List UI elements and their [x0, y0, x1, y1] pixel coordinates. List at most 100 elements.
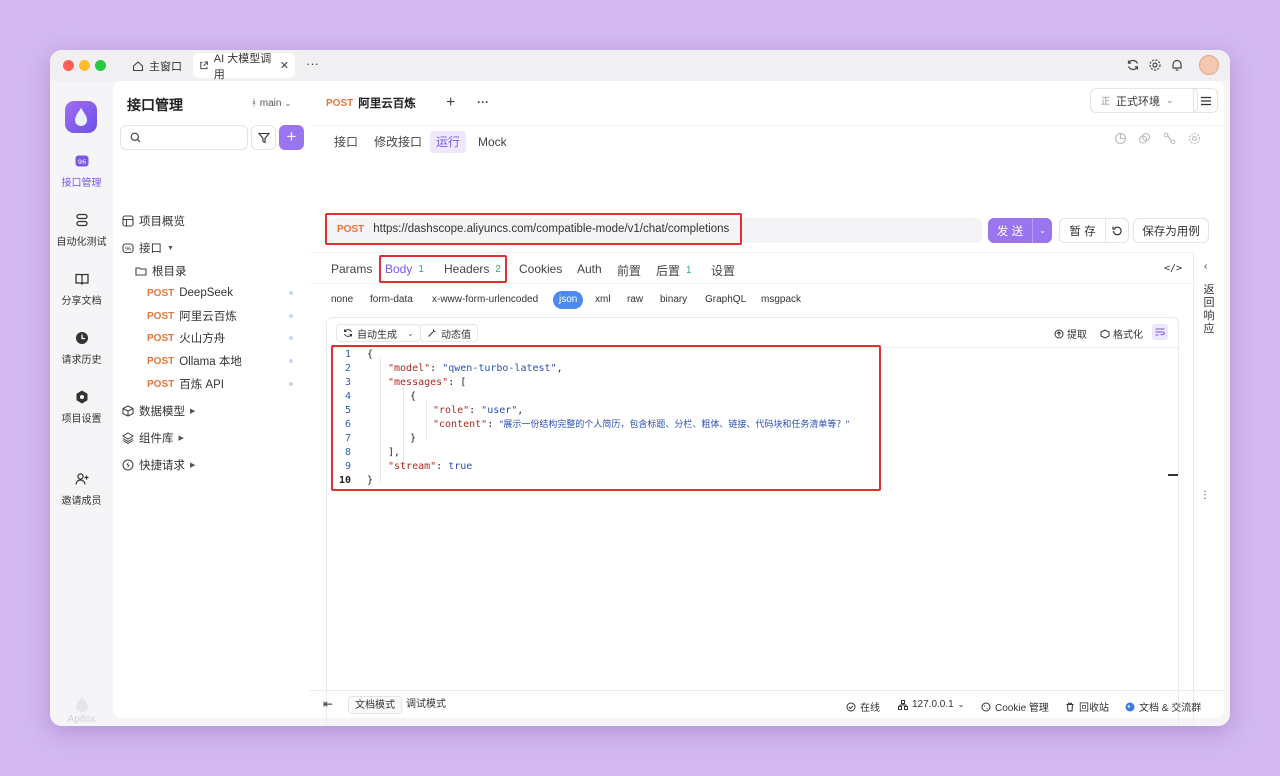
settings-cog-icon[interactable]	[1188, 132, 1201, 145]
body-type-binary[interactable]: binary	[654, 291, 693, 309]
rail-item-history[interactable]: 请求历史	[50, 330, 113, 366]
book-icon	[74, 273, 89, 285]
auto-generate-button[interactable]: 自动生成 ⌄	[336, 324, 421, 342]
tree-item-data-model[interactable]: 数据模型 ▶	[122, 401, 195, 421]
extract-button[interactable]: 提取	[1054, 326, 1087, 341]
scroll-position-marker[interactable]	[1168, 474, 1178, 476]
body-type-xml[interactable]: xml	[589, 291, 617, 309]
rail-item-project-settings[interactable]: 项目设置	[50, 389, 113, 425]
user-avatar[interactable]	[1199, 55, 1219, 75]
code-line: 5 "role": "user",	[333, 404, 523, 418]
tab-cookies[interactable]: Cookies	[519, 262, 562, 276]
sidebar-search-input[interactable]	[120, 125, 248, 150]
code-line: 4{	[333, 390, 416, 404]
docs-community-button[interactable]: 文档 & 交流群	[1125, 699, 1201, 714]
subtab-interface[interactable]: 接口	[328, 131, 364, 153]
rail-item-automation[interactable]: 自动化测试	[50, 212, 113, 248]
drag-handle-icon[interactable]: ⋮	[1200, 490, 1210, 501]
tree-item-root[interactable]: 根目录	[135, 261, 187, 281]
flow-icon[interactable]	[1163, 132, 1176, 145]
doc-mode-button[interactable]: 文档模式	[348, 696, 402, 714]
dynamic-value-button[interactable]: 动态值	[420, 324, 478, 342]
endpoint-item[interactable]: POST 阿里云百炼	[147, 306, 237, 326]
chevron-left-icon[interactable]: ‹	[1204, 261, 1207, 272]
subtab-mock[interactable]: Mock	[472, 131, 513, 153]
status-dot	[289, 314, 293, 318]
editor-scrollbar[interactable]	[1178, 346, 1179, 726]
subtab-run[interactable]: 运行	[430, 131, 467, 153]
rail-label: 自动化测试	[56, 237, 107, 248]
minimize-window-button[interactable]	[79, 60, 90, 71]
tab-post[interactable]: 后置 1	[656, 262, 692, 279]
tab-auth[interactable]: Auth	[577, 262, 602, 276]
tree-item-overview[interactable]: 项目概览	[122, 211, 185, 231]
chevron-down-icon[interactable]: ⌄	[1033, 225, 1052, 236]
save-as-case-button[interactable]: 保存为用例	[1133, 218, 1209, 243]
gear-icon[interactable]	[1148, 58, 1162, 72]
more-options-button[interactable]: ···	[477, 95, 489, 109]
endpoint-item[interactable]: POST 火山方舟	[147, 328, 225, 348]
tree-item-components[interactable]: 组件库 ▶	[122, 428, 184, 448]
close-window-button[interactable]	[63, 60, 74, 71]
more-tabs-button[interactable]: ···	[306, 56, 319, 71]
wrap-toggle-button[interactable]	[1152, 324, 1168, 340]
recycle-bin-button[interactable]: 回收站	[1065, 699, 1109, 714]
body-type-urlencoded[interactable]: x-www-form-urlencoded	[426, 291, 544, 309]
add-endpoint-button[interactable]: +	[279, 125, 304, 150]
copy-icon[interactable]	[1138, 132, 1151, 145]
environment-menu-button[interactable]	[1193, 88, 1218, 113]
rail-item-invite-members[interactable]: 邀请成员	[50, 471, 113, 507]
branch-selector[interactable]: ᚼ main ⌄	[251, 98, 292, 109]
line-number: 10	[338, 475, 351, 486]
body-type-raw[interactable]: raw	[621, 291, 649, 309]
tab-params[interactable]: Params	[331, 262, 372, 276]
endpoint-item[interactable]: POST DeepSeek	[147, 283, 233, 303]
close-tab-icon[interactable]: ✕	[280, 59, 289, 72]
refresh-icon[interactable]	[1126, 58, 1140, 72]
json-code-block[interactable]: 1{ 2 "model": "qwen-turbo-latest", 3 "mess…	[331, 345, 881, 491]
environment-selector[interactable]: 正 正式环境 ⌄	[1090, 88, 1198, 113]
response-panel-label[interactable]: 返回响应	[1203, 284, 1215, 336]
url-highlight[interactable]: POST https://dashscope.aliyuncs.com/comp…	[325, 213, 742, 245]
cookie-manager-button[interactable]: Cookie 管理	[981, 699, 1049, 714]
add-tab-button[interactable]: +	[446, 94, 455, 112]
body-type-form-data[interactable]: form-data	[364, 291, 419, 309]
endpoint-name: 百炼 API	[179, 379, 224, 391]
send-button[interactable]: 发 送 ⌄	[988, 218, 1052, 243]
endpoint-item[interactable]: POST 百炼 API	[147, 374, 224, 394]
tab-pre[interactable]: 前置	[617, 262, 641, 279]
body-type-none[interactable]: none	[325, 291, 359, 309]
json-key: "messages"	[388, 377, 449, 388]
branch-label: main	[259, 98, 282, 109]
droplet-icon	[75, 108, 87, 126]
save-temp-button[interactable]: 暂 存	[1059, 218, 1106, 243]
bell-icon[interactable]	[1170, 58, 1184, 72]
tab-settings[interactable]: 设置	[711, 262, 735, 279]
code-view-icon[interactable]: </>	[1164, 263, 1182, 274]
ip-selector[interactable]: 127.0.0.1 ⌄	[898, 699, 964, 710]
reset-button[interactable]	[1105, 218, 1129, 243]
subtab-edit-interface[interactable]: 修改接口	[368, 131, 428, 153]
body-type-json[interactable]: json	[553, 291, 584, 309]
apifox-brand: Apifox	[50, 696, 113, 725]
auto-generate-label: 自动生成	[357, 329, 397, 341]
debug-mode-button[interactable]: 调试模式	[400, 696, 452, 714]
apifox-logo-icon	[75, 697, 88, 712]
body-type-graphql[interactable]: GraphQL	[699, 291, 752, 309]
request-tab[interactable]: POST 阿里云百炼	[318, 89, 436, 119]
format-button[interactable]: 格式化	[1100, 326, 1143, 341]
tab-ai-model[interactable]: AI 大模型调用 ✕	[193, 53, 295, 81]
filter-button[interactable]	[251, 125, 276, 150]
rail-item-api-management[interactable]: 96 接口管理	[50, 153, 113, 189]
tree-item-api[interactable]: 96 接口 ▼	[122, 238, 174, 258]
tree-item-quick-request[interactable]: 快捷请求 ▶	[122, 455, 195, 475]
pie-chart-icon[interactable]	[1114, 132, 1127, 145]
online-status[interactable]: 在线	[846, 699, 880, 714]
collapse-sidebar-icon[interactable]: ⇤	[323, 697, 333, 711]
tab-home[interactable]: 主窗口	[126, 55, 188, 77]
maximize-window-button[interactable]	[95, 60, 106, 71]
endpoint-item[interactable]: POST Ollama 本地	[147, 351, 242, 371]
method-badge: POST	[326, 97, 354, 109]
rail-item-share-docs[interactable]: 分享文档	[50, 271, 113, 307]
body-type-msgpack[interactable]: msgpack	[755, 291, 807, 309]
